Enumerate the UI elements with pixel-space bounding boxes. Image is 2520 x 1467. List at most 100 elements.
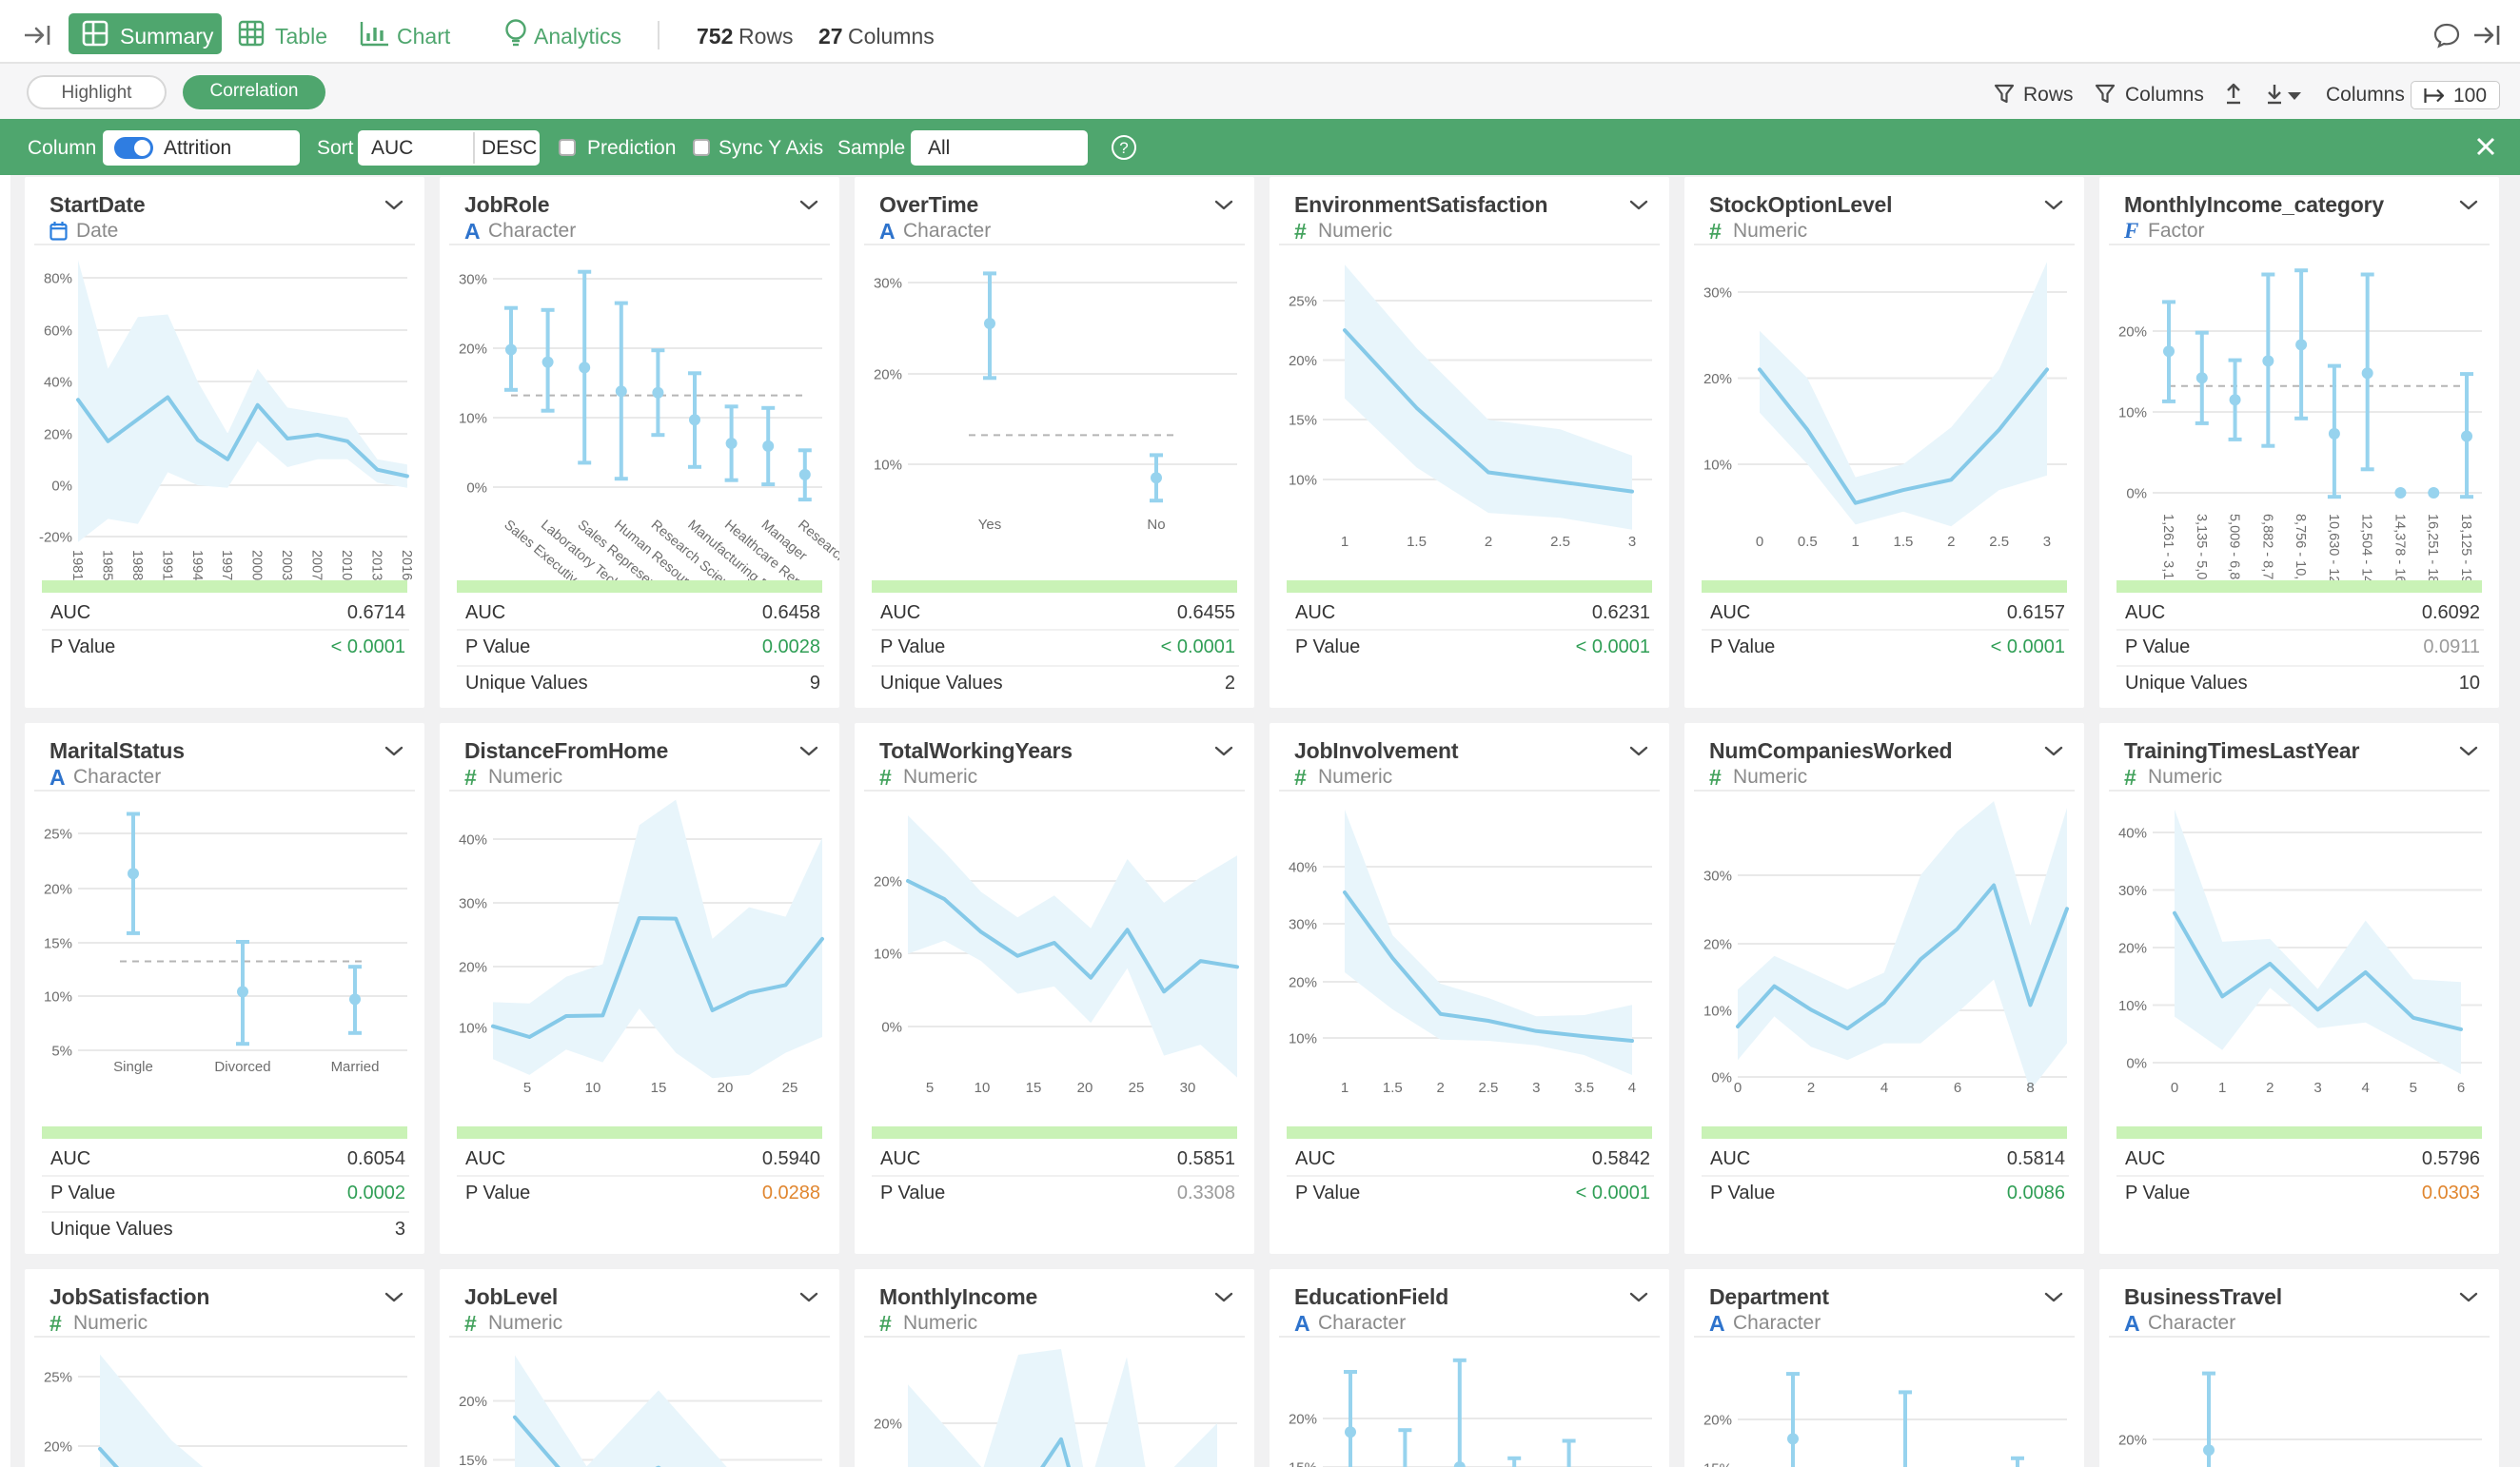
svg-text:10: 10 xyxy=(585,1080,601,1096)
svg-text:1988: 1988 xyxy=(129,550,145,580)
svg-text:20%: 20% xyxy=(874,367,902,383)
svg-text:10%: 10% xyxy=(2118,998,2147,1014)
svg-text:1: 1 xyxy=(1851,534,1859,550)
svg-text:1994: 1994 xyxy=(189,550,205,580)
svg-text:1997: 1997 xyxy=(219,550,234,580)
svg-text:3.5: 3.5 xyxy=(1574,1080,1594,1096)
svg-text:20%: 20% xyxy=(1289,1412,1317,1428)
svg-text:3: 3 xyxy=(1532,1080,1540,1096)
svg-text:25%: 25% xyxy=(1289,294,1317,310)
svg-text:10%: 10% xyxy=(1289,473,1317,489)
svg-text:1.5: 1.5 xyxy=(1894,534,1914,550)
svg-text:40%: 40% xyxy=(1289,860,1317,876)
svg-text:10%: 10% xyxy=(874,458,902,474)
svg-text:0%: 0% xyxy=(466,480,487,497)
svg-text:10,630 - 12,503: 10,630 - 12,503 xyxy=(2326,514,2341,580)
svg-text:4: 4 xyxy=(1880,1080,1888,1096)
svg-text:40%: 40% xyxy=(44,375,72,391)
svg-text:1985: 1985 xyxy=(100,550,115,580)
svg-text:80%: 80% xyxy=(44,271,72,287)
svg-text:Yes: Yes xyxy=(978,517,1001,533)
svg-text:2.5: 2.5 xyxy=(1989,534,2009,550)
svg-text:25%: 25% xyxy=(44,827,72,843)
svg-text:5: 5 xyxy=(2410,1080,2417,1096)
svg-text:3: 3 xyxy=(1628,534,1636,550)
svg-text:25: 25 xyxy=(782,1080,798,1096)
svg-text:10: 10 xyxy=(975,1080,991,1096)
svg-text:0.5: 0.5 xyxy=(1798,534,1818,550)
svg-text:Married: Married xyxy=(331,1059,380,1075)
svg-text:6: 6 xyxy=(1954,1080,1961,1096)
svg-text:16,251 - 18,124: 16,251 - 18,124 xyxy=(2425,514,2440,580)
svg-text:20%: 20% xyxy=(1289,353,1317,369)
svg-text:14,378 - 16,250: 14,378 - 16,250 xyxy=(2392,514,2407,580)
svg-text:3: 3 xyxy=(2043,534,2051,550)
svg-text:4: 4 xyxy=(1628,1080,1636,1096)
svg-text:15%: 15% xyxy=(44,936,72,952)
svg-text:2: 2 xyxy=(1436,1080,1444,1096)
svg-text:20%: 20% xyxy=(459,342,487,358)
svg-text:20%: 20% xyxy=(459,960,487,976)
svg-text:8,756 - 10,629: 8,756 - 10,629 xyxy=(2293,514,2308,580)
svg-text:30%: 30% xyxy=(459,272,487,288)
svg-text:40%: 40% xyxy=(459,832,487,849)
svg-text:5: 5 xyxy=(926,1080,934,1096)
svg-text:0%: 0% xyxy=(1711,1070,1732,1086)
svg-text:18,125 - 19,999: 18,125 - 19,999 xyxy=(2458,514,2473,580)
svg-text:2: 2 xyxy=(1947,534,1955,550)
svg-text:30%: 30% xyxy=(1703,285,1732,302)
svg-text:No: No xyxy=(1147,517,1165,533)
svg-text:5,009 - 6,881: 5,009 - 6,881 xyxy=(2227,514,2242,580)
svg-text:1,261 - 3,134: 1,261 - 3,134 xyxy=(2160,514,2175,580)
svg-text:15%: 15% xyxy=(1289,413,1317,429)
svg-text:1: 1 xyxy=(2218,1080,2226,1096)
svg-text:10%: 10% xyxy=(874,947,902,963)
svg-text:3: 3 xyxy=(2313,1080,2321,1096)
svg-text:0: 0 xyxy=(1734,1080,1742,1096)
svg-text:10%: 10% xyxy=(2118,405,2147,421)
svg-text:0: 0 xyxy=(2171,1080,2178,1096)
svg-text:20%: 20% xyxy=(1703,1413,1732,1429)
svg-text:20%: 20% xyxy=(44,427,72,443)
svg-text:20%: 20% xyxy=(2118,1433,2147,1449)
svg-text:10%: 10% xyxy=(1703,458,1732,474)
svg-text:1.5: 1.5 xyxy=(1383,1080,1403,1096)
svg-text:20%: 20% xyxy=(44,882,72,898)
svg-text:1991: 1991 xyxy=(159,550,174,580)
svg-text:12,504 - 14,377: 12,504 - 14,377 xyxy=(2359,514,2374,580)
svg-text:2010: 2010 xyxy=(339,550,354,580)
svg-text:4: 4 xyxy=(2362,1080,2370,1096)
svg-text:5%: 5% xyxy=(51,1044,72,1060)
svg-text:2016: 2016 xyxy=(399,550,414,580)
svg-text:30%: 30% xyxy=(1703,869,1732,885)
svg-text:10%: 10% xyxy=(1289,1031,1317,1047)
svg-text:1.5: 1.5 xyxy=(1407,534,1427,550)
svg-text:25: 25 xyxy=(1129,1080,1145,1096)
svg-text:8: 8 xyxy=(2026,1080,2034,1096)
svg-text:20: 20 xyxy=(718,1080,734,1096)
svg-text:30%: 30% xyxy=(1289,917,1317,933)
svg-text:0%: 0% xyxy=(2126,1056,2147,1072)
svg-text:2.5: 2.5 xyxy=(1479,1080,1499,1096)
svg-text:10%: 10% xyxy=(459,1021,487,1037)
svg-text:30%: 30% xyxy=(2118,883,2147,899)
svg-text:2007: 2007 xyxy=(309,550,325,580)
svg-text:0: 0 xyxy=(1756,534,1763,550)
svg-text:20%: 20% xyxy=(874,874,902,890)
svg-text:-20%: -20% xyxy=(39,530,72,546)
svg-text:6,882 - 8,755: 6,882 - 8,755 xyxy=(2259,514,2274,580)
svg-text:20%: 20% xyxy=(874,1417,902,1433)
svg-text:15%: 15% xyxy=(1703,1461,1732,1467)
svg-text:0%: 0% xyxy=(51,479,72,495)
svg-text:2: 2 xyxy=(2266,1080,2274,1096)
svg-text:20%: 20% xyxy=(2118,324,2147,341)
svg-text:6: 6 xyxy=(2457,1080,2465,1096)
svg-text:2: 2 xyxy=(1807,1080,1815,1096)
svg-text:30%: 30% xyxy=(459,896,487,912)
svg-text:60%: 60% xyxy=(44,323,72,340)
svg-text:20%: 20% xyxy=(1703,937,1732,953)
svg-text:1: 1 xyxy=(1341,1080,1349,1096)
svg-text:2000: 2000 xyxy=(249,550,265,580)
svg-text:?: ? xyxy=(1119,139,1128,157)
svg-text:3,135 - 5,008: 3,135 - 5,008 xyxy=(2194,514,2209,580)
